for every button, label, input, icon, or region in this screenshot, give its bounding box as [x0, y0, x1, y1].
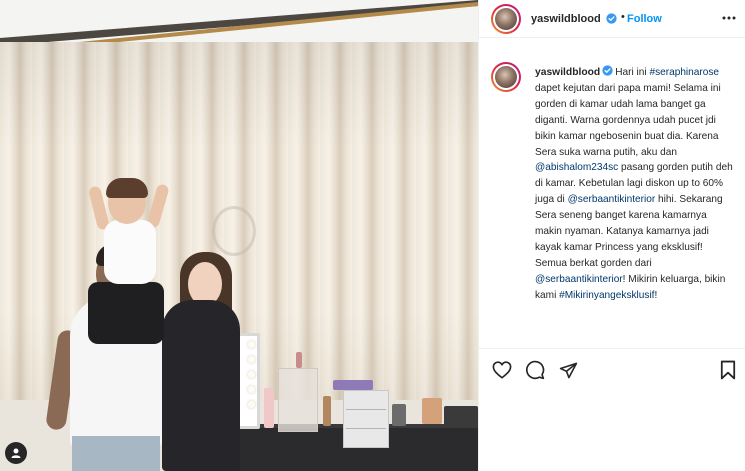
bottle [392, 404, 406, 426]
caption-area: yaswildblood Hari ini #seraphinarose dape… [479, 56, 745, 346]
bottle [422, 398, 442, 424]
caption-username[interactable]: yaswildblood [535, 67, 600, 78]
mention-link[interactable]: @serbaantikinterior [535, 274, 623, 285]
device [444, 406, 478, 426]
mirror-bulb [248, 386, 255, 393]
follow-button[interactable]: Follow [627, 13, 662, 25]
makeup-bag [333, 380, 373, 390]
watermark-logo [212, 206, 256, 256]
caption-text: ! [654, 289, 658, 301]
share-button[interactable] [557, 359, 579, 381]
post-photo[interactable] [0, 0, 478, 471]
mirror-bulb [248, 341, 255, 348]
caption-avatar[interactable] [491, 62, 521, 92]
girl-hair [106, 178, 148, 198]
paper-plane-icon [559, 362, 577, 378]
hashtag-link[interactable]: #Mikirinyangeksklusif [559, 290, 654, 301]
mirror-bulb [248, 371, 255, 378]
comment-icon [526, 360, 545, 380]
mention-link[interactable]: @serbaantikinterior [568, 194, 656, 205]
save-button[interactable] [717, 359, 739, 381]
girl-legs [88, 282, 164, 344]
mirror-bulb [248, 356, 255, 363]
bookmark-icon [720, 360, 736, 380]
tagged-users-button[interactable] [5, 442, 27, 464]
mention-link[interactable]: @abishalom234sc [535, 162, 618, 173]
caption-text: hihi. Sekarang Sera seneng banget karena… [535, 194, 723, 269]
man-pants [72, 436, 160, 471]
user-icon [11, 448, 21, 458]
post-sidebar: yaswildblood • Follow yaswildblood Hari i… [478, 0, 745, 471]
like-button[interactable] [491, 359, 513, 381]
more-options-button[interactable] [721, 10, 737, 26]
post-actions [479, 348, 745, 388]
girl-shirt [104, 220, 156, 284]
caption-text: dapet kejutan dari papa mami! Selama ini… [535, 82, 721, 158]
bottle [264, 388, 274, 428]
makeup-organizer [278, 368, 318, 432]
verified-badge-icon [602, 65, 613, 76]
bottle [296, 352, 302, 368]
avatar[interactable] [491, 4, 521, 34]
hashtag-link[interactable]: #seraphinarose [649, 67, 719, 78]
mirror-bulb [248, 401, 255, 408]
heart-icon [492, 361, 512, 379]
post-username[interactable]: yaswildblood [531, 13, 601, 25]
separator-dot: • [621, 11, 625, 23]
post-header: yaswildblood • Follow [479, 0, 745, 38]
bottle [323, 396, 331, 426]
verified-badge-icon [606, 13, 617, 24]
post-caption: yaswildblood Hari ini #seraphinarose dape… [535, 65, 735, 304]
more-options-icon [722, 16, 736, 20]
caption-text: Hari ini [615, 67, 650, 78]
comment-button[interactable] [524, 359, 546, 381]
woman-pajamas [162, 300, 240, 471]
drawer-unit [343, 390, 389, 448]
